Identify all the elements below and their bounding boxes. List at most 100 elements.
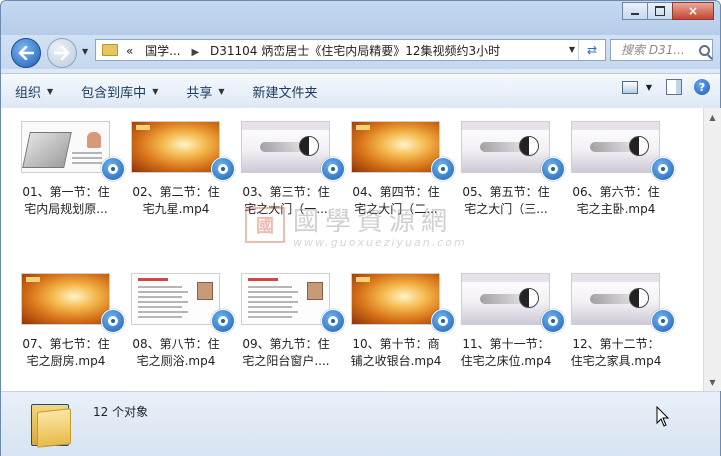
file-list[interactable]: 01、第一节：住 宅内局规划原... 02、第二节：住 宅九星.mp4 03、第三节：住…: [1, 108, 703, 391]
command-bar: 组织 ▼ 包含到库中 ▼ 共享 ▼ 新建文件夹 ▼ ?: [1, 73, 720, 109]
video-thumbnail: [571, 121, 660, 173]
forward-button[interactable]: [47, 38, 77, 68]
organize-label: 组织: [15, 85, 42, 101]
file-name: 11、第十一节： 住宅之床位.mp4: [449, 336, 563, 370]
details-pane: 12 个对象: [1, 391, 720, 456]
folder-icon: [31, 400, 71, 448]
video-thumbnail: [21, 273, 110, 325]
file-name-line: 宅之主卧.mp4: [576, 202, 656, 216]
watermark-text: 國學資源網 www.guoxueziyuan.com: [293, 201, 467, 249]
media-player-icon: [211, 157, 235, 181]
file-name-line: 宅之厕浴.mp4: [136, 354, 216, 368]
watermark: 國 國學資源網 www.guoxueziyuan.com: [245, 201, 467, 249]
mouse-cursor-icon: [656, 406, 670, 427]
media-player-icon: [321, 157, 345, 181]
video-thumbnail: [21, 121, 110, 173]
close-button[interactable]: ×: [672, 2, 714, 20]
file-name: 06、第六节：住 宅之主卧.mp4: [559, 184, 673, 218]
media-player-icon: [431, 309, 455, 333]
refresh-icon: ⇄: [586, 43, 598, 57]
search-icon[interactable]: [699, 44, 710, 56]
forward-arrow-icon: [54, 46, 70, 60]
media-player-icon: [541, 157, 565, 181]
media-player-icon: [101, 157, 125, 181]
item-count: 12 个对象: [93, 405, 149, 419]
file-name-line: 02、第二节：住: [132, 185, 220, 199]
change-view-icon[interactable]: [621, 80, 638, 94]
file-name-line: 宅之厨房.mp4: [26, 354, 106, 368]
back-button[interactable]: [11, 38, 41, 68]
search-input[interactable]: [619, 42, 697, 58]
recent-pages-dropdown-icon[interactable]: ▼: [82, 47, 88, 56]
view-controls: ▼ ?: [621, 79, 710, 95]
breadcrumb: « 国学... ▶ D31104 炳峦居士《住宅内局精要》12集视频约3小时: [126, 42, 500, 59]
file-name-line: 06、第六节：住: [572, 185, 660, 199]
file-name: 10、第十节：商 铺之收银台.mp4: [339, 336, 453, 370]
minimize-icon: [631, 13, 639, 15]
new-folder-button[interactable]: 新建文件夹: [239, 79, 332, 103]
video-thumbnail: [571, 273, 660, 325]
file-name-line: 宅之阳台窗户....: [242, 354, 330, 368]
chevron-down-icon: ▼: [47, 86, 54, 96]
chevron-down-icon: ▼: [218, 86, 225, 96]
preview-pane-icon[interactable]: [666, 79, 682, 95]
media-player-icon: [431, 157, 455, 181]
file-name: 01、第一节：住 宅内局规划原...: [9, 184, 123, 218]
video-thumbnail: [351, 273, 440, 325]
maximize-icon: [655, 6, 665, 16]
close-icon: ×: [687, 4, 699, 18]
video-thumbnail: [461, 273, 550, 325]
breadcrumb-overflow[interactable]: «: [126, 44, 133, 58]
file-name: 09、第九节：住 宅之阳台窗户....: [229, 336, 343, 370]
media-player-icon: [651, 309, 675, 333]
address-bar[interactable]: « 国学... ▶ D31104 炳峦居士《住宅内局精要》12集视频约3小时 ▼…: [95, 39, 606, 61]
video-thumbnail: [131, 273, 220, 325]
refresh-button[interactable]: ⇄: [578, 40, 605, 60]
file-name-line: 宅九星.mp4: [142, 202, 210, 216]
help-icon[interactable]: ?: [694, 79, 710, 95]
share-menu[interactable]: 共享 ▼: [172, 79, 238, 103]
file-name-line: 住宅之床位.mp4: [460, 354, 552, 368]
folder-icon: [102, 44, 118, 56]
chevron-right-icon[interactable]: ▶: [191, 47, 199, 58]
caption-buttons: ×: [622, 2, 714, 20]
file-name: 08、第八节：住 宅之厕浴.mp4: [119, 336, 233, 370]
breadcrumb-segment-root[interactable]: 国学...: [145, 44, 180, 58]
minimize-button[interactable]: [622, 2, 648, 20]
back-arrow-icon: [18, 46, 34, 60]
watermark-title: 國學資源網: [293, 207, 454, 237]
media-player-icon: [211, 309, 235, 333]
file-name-line: 10、第十节：商: [352, 337, 440, 351]
share-label: 共享: [186, 85, 213, 101]
file-name-line: 宅内局规划原...: [24, 202, 108, 216]
file-name-line: 09、第九节：住: [242, 337, 330, 351]
file-name-line: 铺之收银台.mp4: [350, 354, 442, 368]
organize-menu[interactable]: 组织 ▼: [1, 79, 67, 103]
scroll-up-icon[interactable]: ▲: [706, 110, 719, 124]
title-bar[interactable]: ×: [1, 1, 720, 35]
breadcrumb-segment-current[interactable]: D31104 炳峦居士《住宅内局精要》12集视频约3小时: [210, 44, 500, 58]
file-name: 02、第二节：住 宅九星.mp4: [119, 184, 233, 218]
media-player-icon: [101, 309, 125, 333]
chevron-down-icon[interactable]: ▼: [646, 83, 652, 92]
video-thumbnail: [131, 121, 220, 173]
watermark-url: www.guoxueziyuan.com: [293, 236, 467, 249]
explorer-window: × ▼ « 国学... ▶ D31104 炳峦居士《住宅内局精要》12集视频约3…: [0, 0, 721, 456]
search-box[interactable]: [610, 39, 713, 61]
file-name-line: 11、第十一节：: [462, 337, 550, 351]
maximize-button[interactable]: [647, 2, 673, 20]
video-thumbnail: [461, 121, 550, 173]
file-name-line: 住宅之家具.mp4: [570, 354, 662, 368]
file-name-line: 12、第十二节：: [572, 337, 660, 351]
address-history-dropdown-icon[interactable]: ▼: [569, 45, 575, 54]
media-player-icon: [321, 309, 345, 333]
watermark-seal: 國: [245, 207, 285, 243]
chevron-down-icon: ▼: [152, 86, 159, 96]
vertical-scrollbar[interactable]: ▲ ▼: [703, 108, 721, 391]
include-in-library-menu[interactable]: 包含到库中 ▼: [67, 79, 172, 103]
video-thumbnail: [351, 121, 440, 173]
video-thumbnail: [241, 273, 330, 325]
file-name-line: 07、第七节：住: [22, 337, 110, 351]
media-player-icon: [651, 157, 675, 181]
scroll-down-icon[interactable]: ▼: [706, 375, 719, 389]
